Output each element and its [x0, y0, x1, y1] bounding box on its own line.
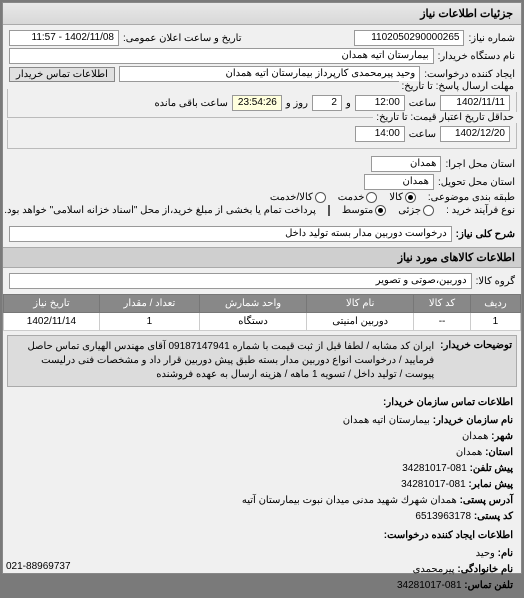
goods-group-field: دوربین،صوتی و تصویر: [9, 273, 472, 289]
radio-service[interactable]: خدمت: [338, 192, 378, 203]
cell-idx: 1: [470, 313, 520, 331]
deadline-remain-label: ساعت باقی مانده: [154, 98, 227, 109]
radio-small[interactable]: جزئی: [398, 205, 434, 216]
radio-goods-service-label: کالا/خدمت: [270, 192, 313, 203]
cell-date: 1402/11/14: [4, 313, 100, 331]
prov-value: همدان: [456, 447, 482, 458]
deadline-time: 12:00: [355, 95, 405, 111]
window: جزئیات اطلاعات نیاز شماره نیاز: 11020502…: [2, 2, 522, 574]
fax-value: 081-34281017: [401, 479, 466, 490]
footer-phone: 021-88969737: [6, 561, 71, 572]
treasury-checkbox[interactable]: [328, 205, 330, 216]
deadline-date: 1402/11/11: [440, 95, 510, 111]
requester-field: وحید پیرمحمدی کارپرداز بیمارستان اتیه هم…: [119, 66, 420, 82]
radio-icon: [315, 192, 326, 203]
goods-group-label: گروه کالا:: [476, 276, 515, 287]
cell-unit: دستگاه: [199, 313, 306, 331]
radio-goods-label: کالا: [389, 192, 403, 203]
buyer-desc-label: توضیحات خریدار:: [434, 340, 512, 382]
process-note: پرداخت تمام یا بخشی از مبلغ خرید،از محل …: [4, 205, 316, 216]
radio-medium[interactable]: متوسط: [342, 205, 386, 216]
deliv-province: همدان: [364, 174, 434, 190]
process-label: نوع فرآیند خرید :: [446, 205, 515, 216]
col-code: کد کالا: [414, 295, 471, 313]
radio-medium-label: متوسط: [342, 205, 373, 216]
titlebar: جزئیات اطلاعات نیاز: [3, 3, 521, 25]
need-title-label: شرح کلی نیاز:: [456, 229, 515, 240]
req-no-field: 1102050290000265: [354, 30, 464, 46]
buyer-device-label: نام دستگاه خریدار:: [438, 51, 515, 62]
deadline-days: 2: [312, 95, 342, 111]
radio-icon: [405, 192, 416, 203]
table-row[interactable]: 1 -- دوربین امنیتی دستگاه 1 1402/11/14: [4, 313, 521, 331]
city-label: شهر:: [491, 431, 513, 442]
name-label: نام:: [498, 548, 513, 559]
lname-label: نام خانوادگی:: [457, 564, 513, 575]
radio-service-label: خدمت: [338, 192, 365, 203]
cphone-label: تلفن تماس:: [464, 580, 513, 591]
col-date: تاریخ نیاز: [4, 295, 100, 313]
lname-value: پیرمحمدی: [413, 564, 455, 575]
buyer-device-field: بیمارستان اتیه همدان: [9, 48, 434, 64]
col-unit: واحد شمارش: [199, 295, 306, 313]
contact-title: اطلاعات تماس سازمان خریدار:: [11, 395, 513, 411]
org-label: نام سازمان خریدار:: [433, 415, 513, 426]
col-name: نام کالا: [307, 295, 414, 313]
validity-group: حداقل تاریخ اعتبار قیمت: تا تاریخ: 1402/…: [7, 120, 517, 149]
deadline-label: مهلت ارسال پاسخ: تا تاریخ:: [399, 81, 517, 92]
addr-value: همدان شهرك شهید مدنی میدان نبوت بیمارستا…: [242, 495, 457, 506]
radio-icon: [423, 205, 434, 216]
cell-name: دوربین امنیتی: [307, 313, 414, 331]
cell-qty: 1: [99, 313, 199, 331]
deadline-remaining: 23:54:26: [232, 95, 282, 111]
phone-value: 081-34281017: [402, 463, 467, 474]
goods-section-header: اطلاعات کالاهای مورد نیاز: [3, 247, 521, 268]
radio-small-label: جزئی: [398, 205, 421, 216]
exec-province: همدان: [371, 156, 441, 172]
goods-table: ردیف کد کالا نام کالا واحد شمارش تعداد /…: [3, 294, 521, 331]
deadline-time-label: ساعت: [409, 98, 436, 109]
cphone-value: 081-34281017: [397, 580, 462, 591]
addr-label: آدرس پستی:: [460, 495, 513, 506]
org-value: بیمارستان اتیه همدان: [343, 415, 430, 426]
zip-label: کد پستی:: [474, 511, 513, 522]
radio-icon: [366, 192, 377, 203]
buyer-description-box: توضیحات خریدار: ایران کد مشابه / لطفا قب…: [7, 335, 517, 387]
exec-province-label: استان محل اجرا:: [445, 159, 515, 170]
deadline-days-label: روز و: [286, 98, 308, 109]
subject-label: طبقه بندی موضوعی:: [428, 192, 515, 203]
validity-time-label: ساعت: [409, 129, 436, 140]
req-creator-title: اطلاعات ایجاد کننده درخواست:: [11, 528, 513, 544]
phone-label: پیش تلفن:: [470, 463, 513, 474]
validity-time: 14:00: [355, 126, 405, 142]
zip-value: 6513963178: [415, 511, 471, 522]
radio-icon: [375, 205, 386, 216]
buyer-contact-button[interactable]: اطلاعات تماس خریدار: [9, 67, 115, 82]
requester-label: ایجاد کننده درخواست:: [424, 69, 515, 80]
validity-label: حداقل تاریخ اعتبار قیمت: تا تاریخ:: [373, 112, 517, 123]
announce-field: 1402/11/08 - 11:57: [9, 30, 119, 46]
city-value: همدان: [462, 431, 488, 442]
req-no-label: شماره نیاز:: [468, 33, 515, 44]
validity-date: 1402/12/20: [440, 126, 510, 142]
cell-code: --: [414, 313, 471, 331]
radio-goods[interactable]: کالا: [389, 192, 416, 203]
contact-block: اطلاعات تماس سازمان خریدار: نام سازمان خ…: [3, 391, 521, 598]
need-title-field: درخواست دوربین مدار بسته تولید داخل: [9, 226, 452, 242]
prov-label: استان:: [485, 447, 513, 458]
col-idx: ردیف: [470, 295, 520, 313]
name-value: وحید: [476, 548, 495, 559]
announce-label: تاریخ و ساعت اعلان عمومی:: [123, 33, 242, 44]
deliv-province-label: استان محل تحویل:: [438, 177, 515, 188]
fax-label: پیش نمابر:: [468, 479, 513, 490]
buyer-desc-text: ایران کد مشابه / لطفا قبل از ثبت قیمت با…: [12, 340, 434, 382]
radio-goods-service[interactable]: کالا/خدمت: [270, 192, 326, 203]
col-qty: تعداد / مقدار: [99, 295, 199, 313]
deadline-and: و: [346, 98, 351, 109]
